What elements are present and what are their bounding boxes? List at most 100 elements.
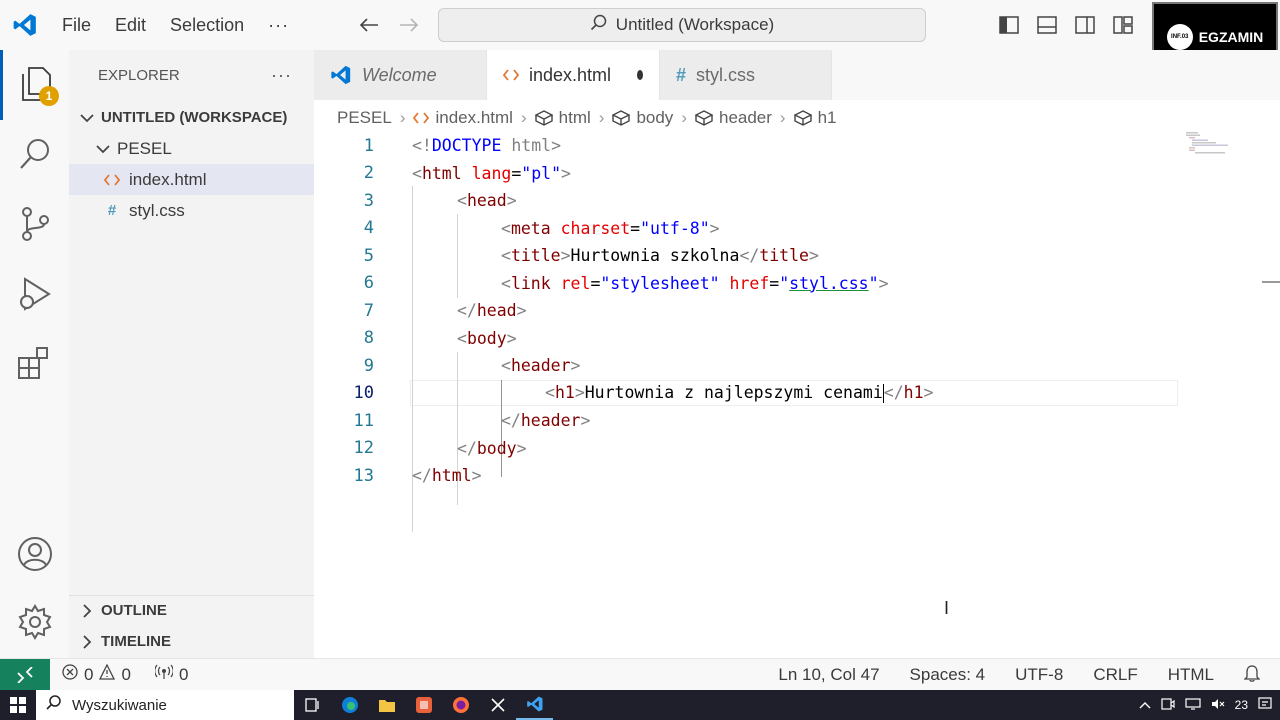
- chevron-down-icon: [79, 110, 95, 126]
- line-endings[interactable]: CRLF: [1093, 665, 1137, 685]
- line-number: 2: [363, 163, 374, 183]
- remote-indicator[interactable]: [0, 658, 50, 691]
- file-item-index-html[interactable]: index.html: [69, 164, 314, 195]
- activity-source-control[interactable]: [0, 190, 69, 260]
- network-icon[interactable]: [1185, 697, 1201, 713]
- indentation[interactable]: Spaces: 4: [910, 665, 986, 685]
- customize-layout-icon[interactable]: [1110, 12, 1136, 38]
- code-line: 3 <head>: [314, 187, 1280, 214]
- line-text: <link rel="stylesheet" href="styl.css">: [501, 273, 889, 293]
- ports-indicator[interactable]: 0: [154, 664, 188, 685]
- breadcrumb-header[interactable]: header: [719, 108, 772, 128]
- unsaved-dot-icon[interactable]: [637, 70, 643, 80]
- task-view-icon[interactable]: [294, 690, 331, 720]
- folder-label: PESEL: [117, 138, 172, 158]
- problems-indicator[interactable]: 0 0: [62, 663, 131, 685]
- file-item-styl-css[interactable]: # styl.css: [69, 195, 314, 226]
- breadcrumb-h1[interactable]: h1: [818, 108, 837, 128]
- snipping-tool-icon[interactable]: [479, 690, 516, 720]
- speaker-muted-icon[interactable]: [1211, 698, 1225, 713]
- menu-more-button[interactable]: ···: [256, 8, 301, 42]
- explorer-more-button[interactable]: ···: [271, 65, 292, 86]
- app-icon[interactable]: [405, 690, 442, 720]
- breadcrumb-html[interactable]: html: [559, 108, 591, 128]
- taskbar-search[interactable]: Wyszukiwanie: [36, 690, 294, 720]
- gear-icon: [17, 603, 53, 643]
- workspace-section-header[interactable]: UNTITLED (WORKSPACE): [69, 102, 314, 133]
- minimap[interactable]: [1186, 132, 1238, 162]
- title-bar: File Edit Selection ··· Untitled (Worksp…: [0, 0, 1280, 72]
- line-number: 8: [363, 328, 374, 348]
- html-file-icon: [103, 173, 121, 186]
- tab-index-html[interactable]: index.html: [487, 50, 660, 100]
- back-arrow-icon[interactable]: [356, 10, 382, 40]
- activity-search[interactable]: [0, 120, 69, 190]
- element-cube-icon: [694, 110, 713, 126]
- chevron-right-icon: ›: [681, 108, 687, 127]
- vscode-taskbar-icon[interactable]: [516, 690, 553, 720]
- code-line: 4 <meta charset="utf-8">: [314, 215, 1280, 242]
- code-line: 7 </head>: [314, 297, 1280, 324]
- chevron-right-icon: ›: [598, 108, 605, 127]
- editor-tabs: Welcome index.html # styl.css: [314, 50, 1280, 100]
- menu-file[interactable]: File: [50, 8, 103, 42]
- edge-browser-icon[interactable]: [331, 690, 368, 720]
- breadcrumb-body[interactable]: body: [636, 108, 673, 128]
- file-explorer-icon[interactable]: [368, 690, 405, 720]
- line-text: <title>Hurtownia szkolna</title>: [501, 246, 819, 265]
- meet-icon[interactable]: [1161, 697, 1175, 713]
- encoding[interactable]: UTF-8: [1015, 665, 1063, 685]
- error-count: 0: [84, 664, 94, 684]
- activity-run-debug[interactable]: [0, 260, 69, 330]
- line-text: <head>: [457, 191, 517, 210]
- cursor-position[interactable]: Ln 10, Col 47: [778, 665, 879, 685]
- explorer-title: EXPLORER: [98, 66, 180, 84]
- line-number: 4: [363, 218, 374, 238]
- timeline-section-header[interactable]: TIMELINE: [69, 626, 314, 657]
- line-text: <html lang="pl">: [412, 163, 571, 183]
- folder-pesel[interactable]: PESEL: [69, 133, 314, 164]
- account-icon: [17, 536, 53, 575]
- breadcrumb-folder[interactable]: PESEL: [337, 108, 392, 128]
- tab-styl-css[interactable]: # styl.css: [660, 50, 832, 100]
- chevron-right-icon: [79, 634, 95, 650]
- bell-icon[interactable]: [1243, 664, 1261, 687]
- command-center-search[interactable]: Untitled (Workspace): [438, 8, 926, 42]
- code-editor[interactable]: PESEL › index.html › html › body › heade…: [314, 100, 1280, 658]
- windows-taskbar: Wyszukiwanie 23: [0, 690, 1280, 720]
- timeline-label: TIMELINE: [101, 633, 171, 650]
- chevron-up-icon[interactable]: [1139, 698, 1151, 712]
- toggle-primary-sidebar-icon[interactable]: [996, 12, 1022, 38]
- tab-label: Welcome: [362, 64, 437, 85]
- activity-explorer[interactable]: 1: [0, 50, 69, 120]
- forward-arrow-icon[interactable]: [396, 10, 422, 40]
- breadcrumb-file[interactable]: index.html: [435, 108, 512, 128]
- code-line: 5 <title>Hurtownia szkolna</title>: [314, 242, 1280, 269]
- windows-start-icon[interactable]: [0, 690, 36, 720]
- line-number: 7: [363, 300, 374, 321]
- egzamin-label: EGZAMIN: [1198, 29, 1264, 45]
- chevron-right-icon: ›: [399, 108, 406, 127]
- notification-icon[interactable]: [1258, 696, 1272, 714]
- code-line: 6 <link rel="stylesheet" href="styl.css"…: [314, 270, 1280, 297]
- menu-edit[interactable]: Edit: [103, 8, 158, 42]
- code-line: 9 <header>: [314, 352, 1280, 379]
- activity-extensions[interactable]: [0, 330, 69, 400]
- toggle-panel-icon[interactable]: [1034, 12, 1060, 38]
- code-line: 2 <html lang="pl">: [314, 160, 1280, 187]
- warning-icon: [99, 663, 116, 685]
- language-mode[interactable]: HTML: [1168, 665, 1214, 685]
- menu-selection[interactable]: Selection: [158, 8, 256, 42]
- activity-accounts[interactable]: [0, 520, 69, 590]
- activity-manage[interactable]: [0, 588, 69, 658]
- taskbar-search-placeholder: Wyszukiwanie: [72, 696, 167, 714]
- remote-icon: [17, 666, 33, 683]
- outline-section-header[interactable]: OUTLINE: [69, 595, 314, 626]
- status-right-items: Ln 10, Col 47 Spaces: 4 UTF-8 CRLF HTML: [778, 659, 1261, 691]
- menu-bar: File Edit Selection ···: [50, 0, 301, 50]
- tab-welcome[interactable]: Welcome: [314, 50, 487, 100]
- line-number: 13: [353, 465, 374, 486]
- firefox-icon[interactable]: [442, 690, 479, 720]
- toggle-secondary-sidebar-icon[interactable]: [1072, 12, 1098, 38]
- line-number: 3: [363, 190, 374, 211]
